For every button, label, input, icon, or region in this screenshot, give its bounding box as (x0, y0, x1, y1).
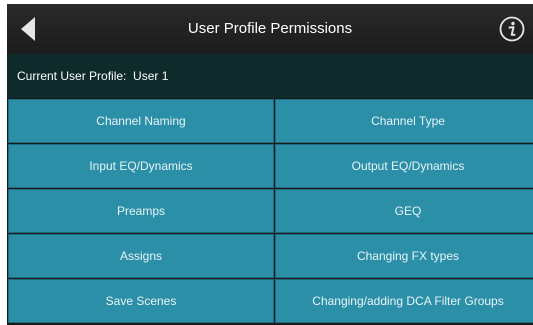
current-profile-label: Current User Profile: (17, 69, 127, 83)
permission-button-channel-naming[interactable]: Channel Naming (8, 99, 274, 143)
back-arrow-icon (21, 17, 35, 41)
permission-button-geq[interactable]: GEQ (275, 189, 533, 233)
permission-button-channel-type[interactable]: Channel Type (275, 99, 533, 143)
page-title: User Profile Permissions (187, 20, 353, 37)
permission-button-save-scenes[interactable]: Save Scenes (8, 279, 274, 323)
permission-button-output-eq-dynamics[interactable]: Output EQ/Dynamics (275, 144, 533, 188)
info-button[interactable] (499, 16, 525, 42)
header-bar: User Profile Permissions (7, 4, 533, 54)
info-icon (499, 16, 525, 42)
permission-button-changing-fx-types[interactable]: Changing FX types (275, 234, 533, 278)
current-profile-value: User 1 (133, 69, 169, 83)
permission-button-assigns[interactable]: Assigns (8, 234, 274, 278)
current-profile-bar: Current User Profile: User 1 (7, 54, 533, 98)
permissions-grid: Channel Naming Channel Type Input EQ/Dyn… (7, 98, 533, 325)
permission-button-preamps[interactable]: Preamps (8, 189, 274, 233)
back-button[interactable] (17, 15, 39, 43)
permission-button-dca-filter-groups[interactable]: Changing/adding DCA Filter Groups (275, 279, 533, 323)
permission-button-input-eq-dynamics[interactable]: Input EQ/Dynamics (8, 144, 274, 188)
app-window: User Profile Permissions Current User Pr… (7, 4, 533, 325)
